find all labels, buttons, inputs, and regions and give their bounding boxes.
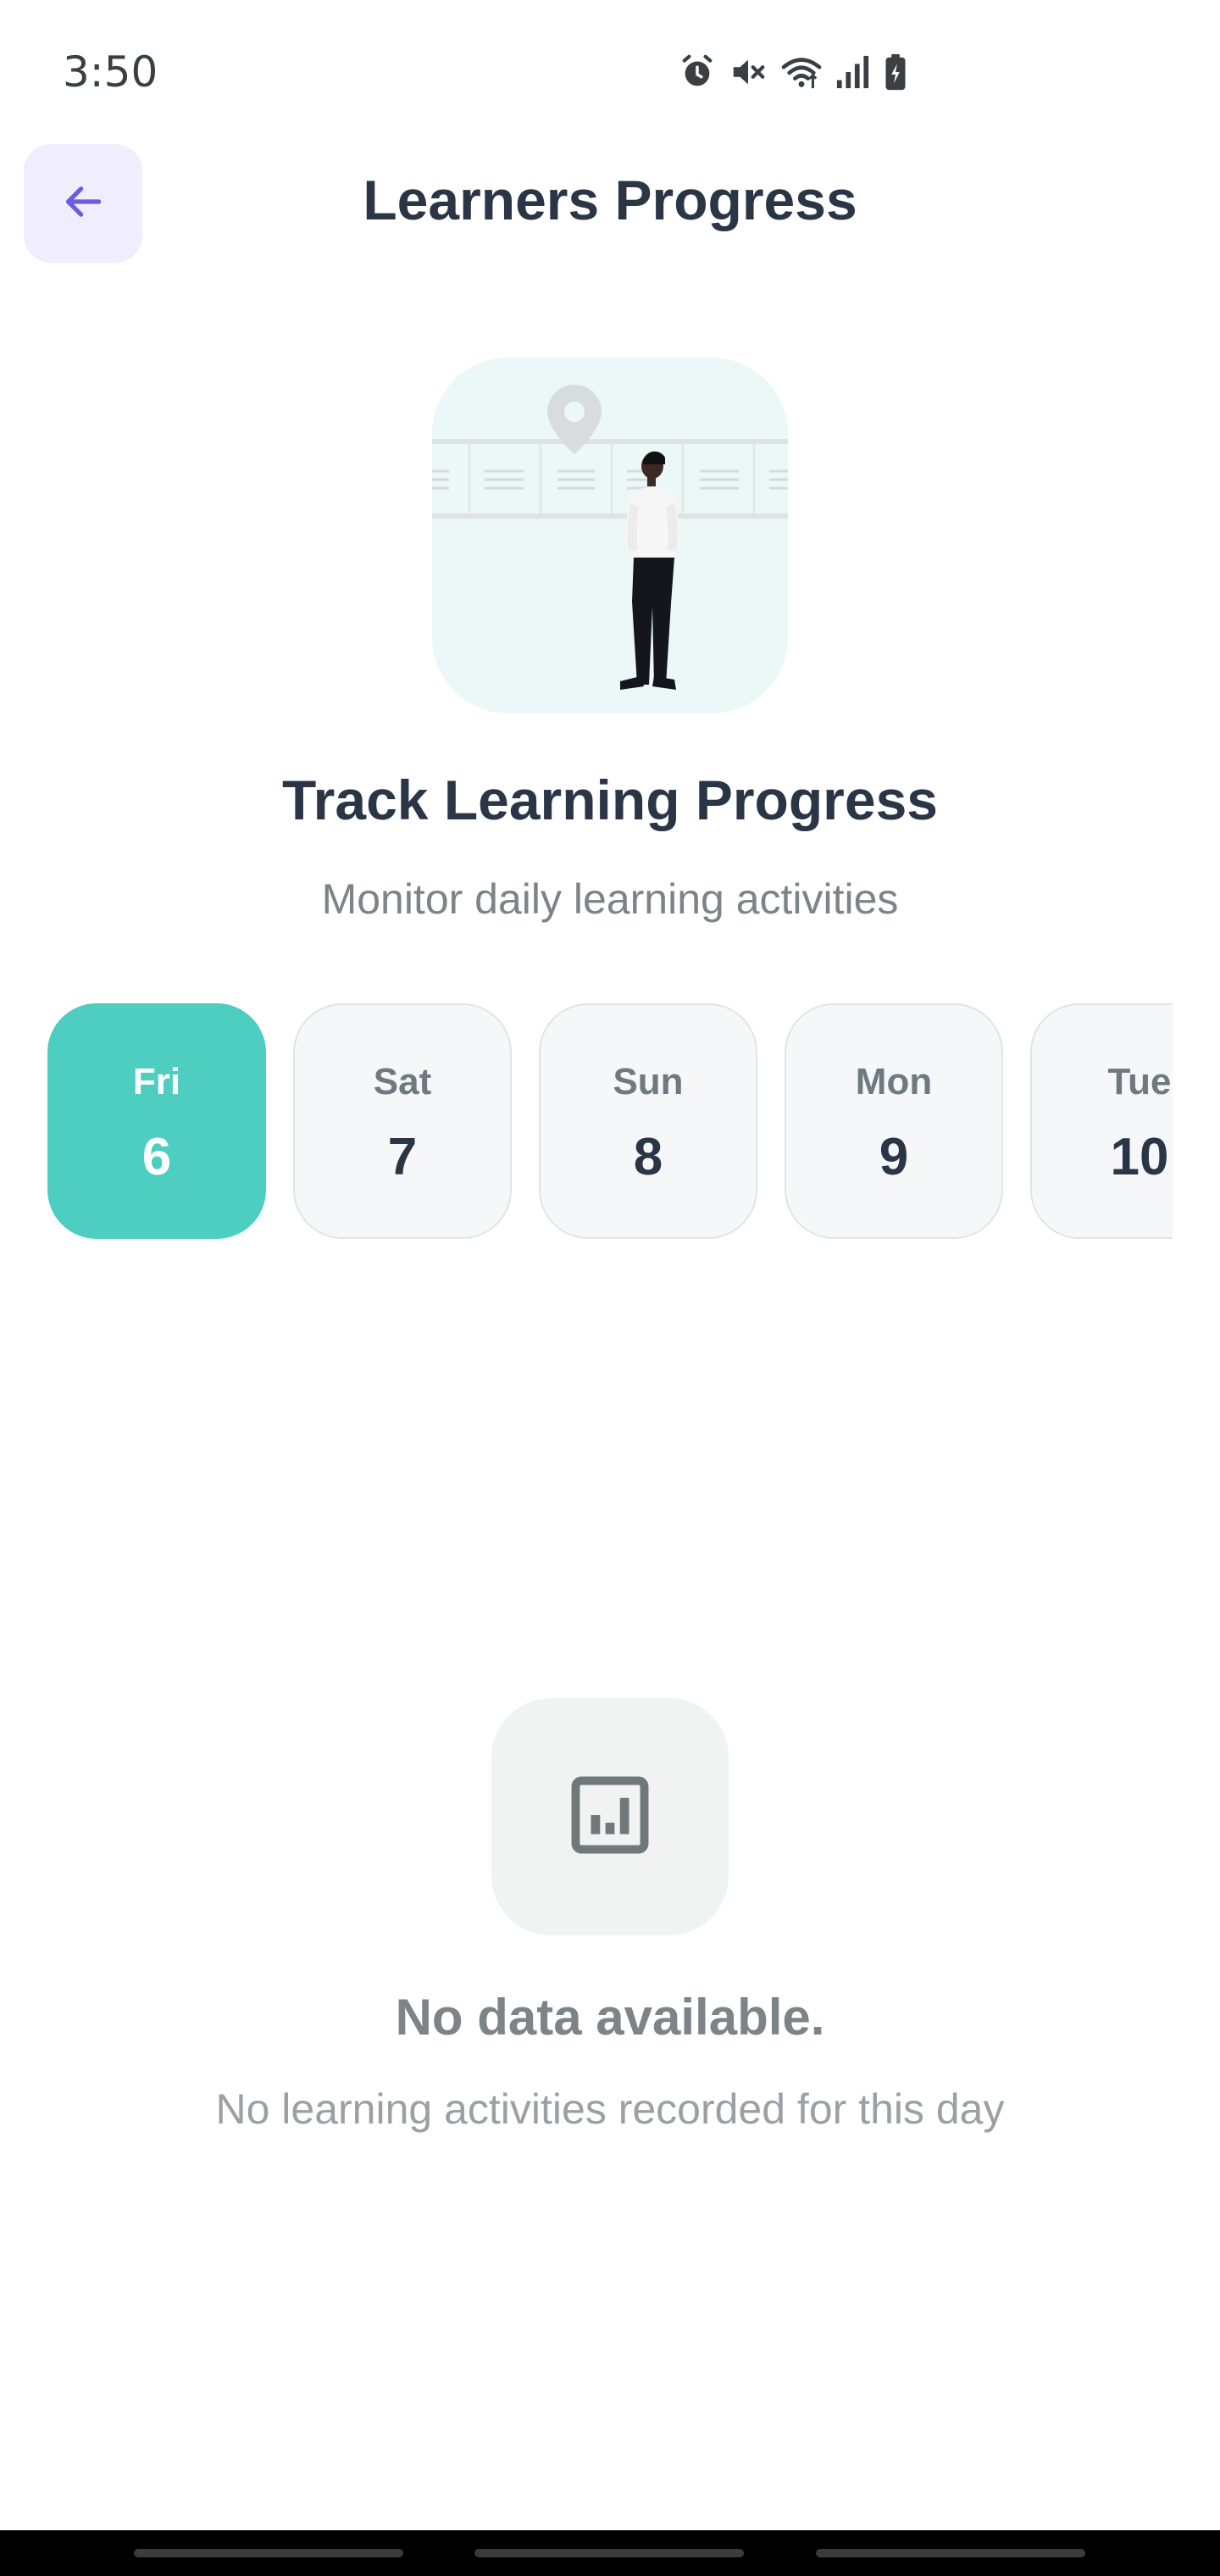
day-card-tue[interactable]: Tue 10 <box>1030 1003 1173 1239</box>
day-number: 8 <box>633 1128 663 1186</box>
hero-title: Track Learning Progress <box>282 769 938 831</box>
nav-handle <box>134 2549 403 2557</box>
alarm-icon <box>678 53 717 92</box>
hero-subtitle: Monitor daily learning activities <box>321 875 899 923</box>
battery-icon <box>883 53 908 92</box>
day-card-sat[interactable]: Sat 7 <box>293 1003 512 1239</box>
day-number: 7 <box>387 1128 418 1186</box>
day-name: Fri <box>132 1061 181 1102</box>
day-name: Mon <box>855 1061 933 1102</box>
status-time: 3:50 <box>63 47 158 97</box>
bar-chart-icon <box>564 1769 656 1865</box>
hero-illustration <box>432 358 788 713</box>
system-nav-bar <box>0 2530 1220 2576</box>
day-card-fri[interactable]: Fri 6 <box>47 1003 266 1239</box>
day-number: 6 <box>141 1128 172 1186</box>
empty-state-title: No data available. <box>395 1989 825 2046</box>
day-selector[interactable]: Fri 6 Sat 7 Sun 8 Mon 9 Tue 10 <box>47 1003 1173 1242</box>
signal-icon <box>835 53 871 92</box>
day-name: Sat <box>373 1061 432 1102</box>
person-at-map-illustration <box>432 385 788 690</box>
day-name: Tue <box>1107 1061 1172 1102</box>
day-number: 9 <box>879 1128 909 1186</box>
day-name: Sun <box>613 1061 684 1102</box>
nav-handle <box>816 2549 1085 2557</box>
wifi-icon <box>779 53 824 92</box>
nav-handle <box>474 2549 744 2557</box>
day-card-sun[interactable]: Sun 8 <box>539 1003 757 1239</box>
status-icons <box>678 51 908 93</box>
mute-icon <box>729 53 768 92</box>
day-card-mon[interactable]: Mon 9 <box>785 1003 1003 1239</box>
status-bar: 3:50 <box>0 0 1220 144</box>
empty-state-icon-box <box>491 1698 729 1935</box>
day-number: 10 <box>1110 1128 1169 1186</box>
empty-state-subtitle: No learning activities recorded for this… <box>215 2085 1005 2133</box>
page-title: Learners Progress <box>363 169 857 231</box>
